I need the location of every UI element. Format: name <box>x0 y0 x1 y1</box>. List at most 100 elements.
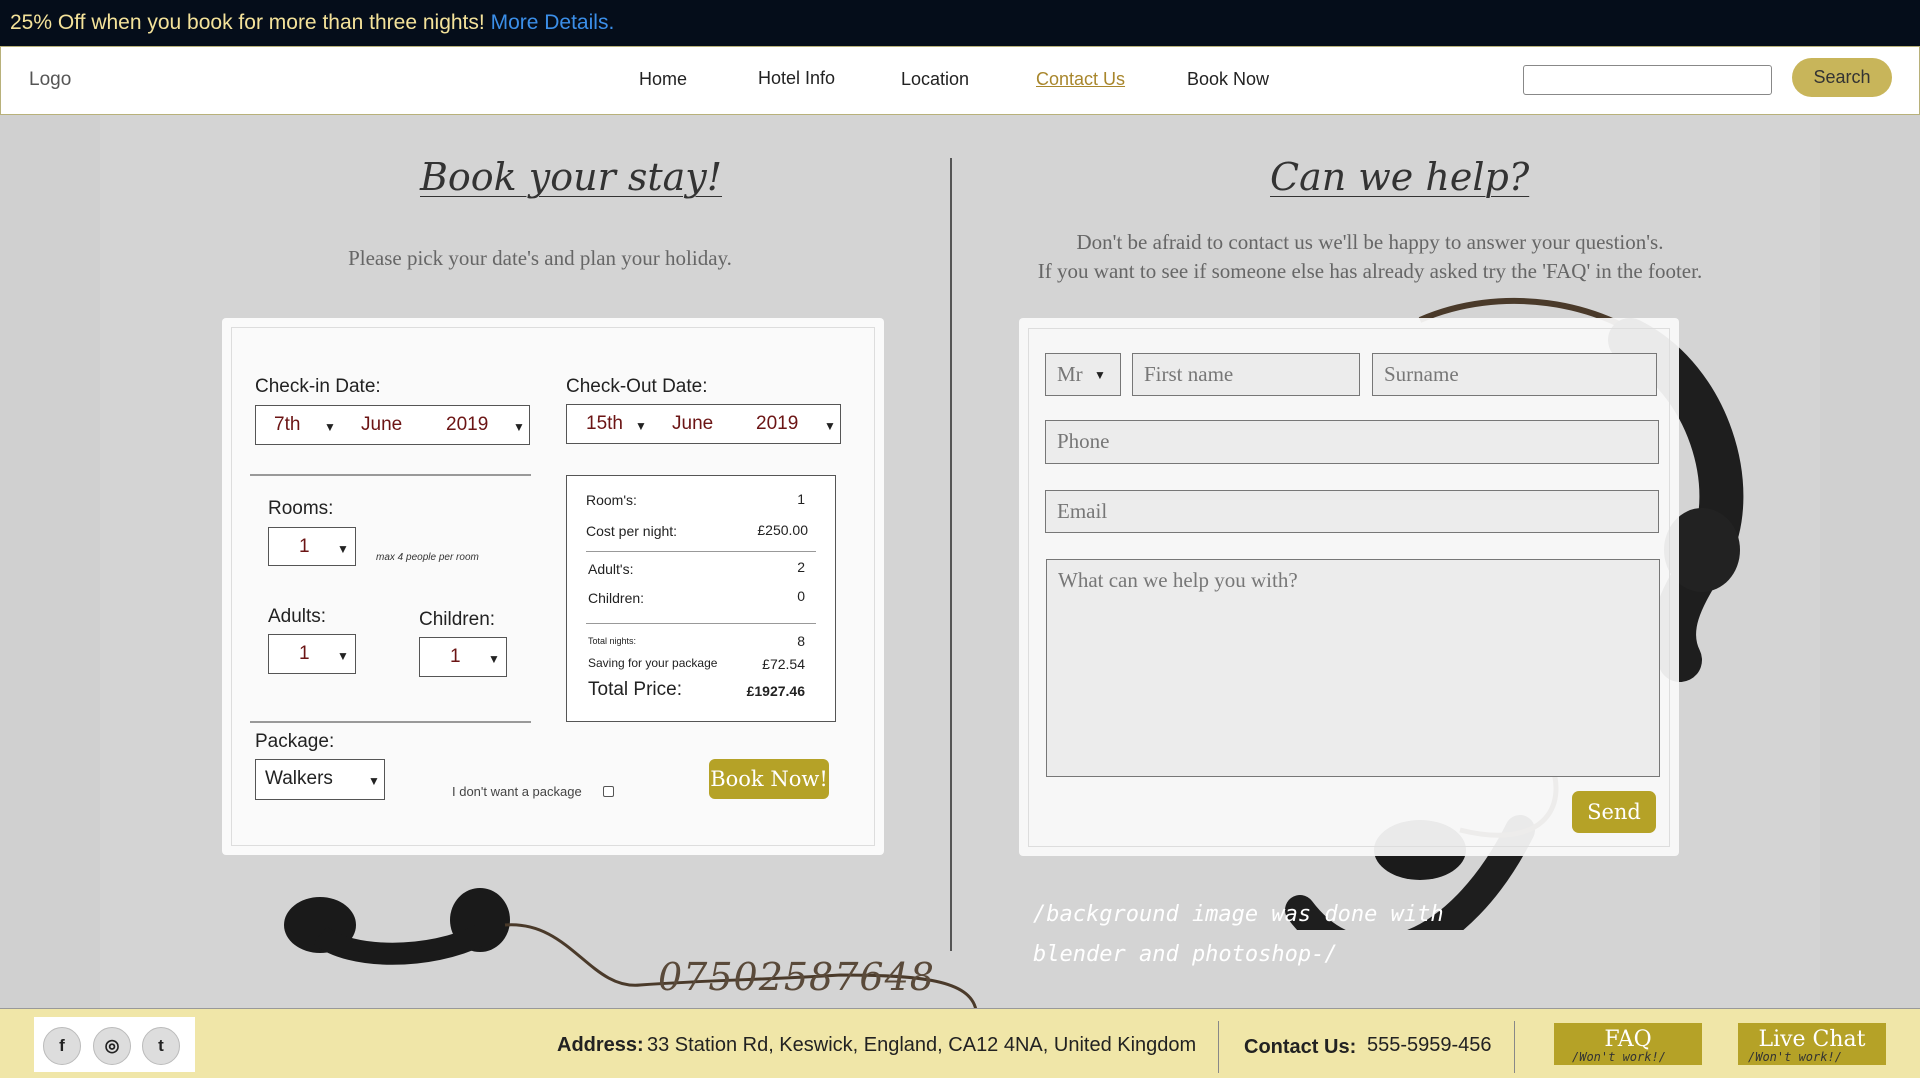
summary-total-value: £1927.46 <box>746 683 805 699</box>
credit-line-2: blender and photoshop-/ <box>1033 942 1338 967</box>
surname-field[interactable]: Surname <box>1372 353 1657 396</box>
title-select-value[interactable]: Mr <box>1057 362 1083 386</box>
chevron-down-icon: ▼ <box>635 419 647 433</box>
rooms-label: Rooms: <box>268 498 334 519</box>
footer: f ◎ t Address: 33 Station Rd, Keswick, E… <box>0 1008 1920 1078</box>
contact-label: Contact Us: <box>1244 1036 1357 1058</box>
faq-hint: /Won't work!/ <box>1572 1050 1666 1064</box>
background-credit-note: /background image was done with blender … <box>1033 895 1444 975</box>
section-divider <box>950 158 952 951</box>
footer-divider <box>1218 1021 1219 1073</box>
search-input[interactable] <box>1523 65 1772 95</box>
chevron-down-icon: ▼ <box>513 420 525 434</box>
live-chat-button[interactable]: Live Chat /Won't work!/ <box>1738 1023 1886 1065</box>
summary-adults-value: 2 <box>797 559 805 575</box>
package-select[interactable]: Walkers ▼ <box>255 759 385 800</box>
chevron-down-icon: ▼ <box>324 420 336 434</box>
email-field[interactable]: Email <box>1045 490 1659 533</box>
max-people-note: max 4 people per room <box>376 552 479 563</box>
summary-children-value: 0 <box>797 588 805 604</box>
adults-value[interactable]: 1 <box>299 643 310 665</box>
more-details-link[interactable]: More Details. <box>491 11 615 34</box>
summary-nights-value: 8 <box>797 633 805 649</box>
promo-text: 25% Off when you book for more than thre… <box>10 11 485 34</box>
address-text: 33 Station Rd, Keswick, England, CA12 4N… <box>647 1034 1197 1056</box>
chevron-down-icon: ▼ <box>488 652 500 666</box>
top-nav: Logo Home Hotel Info Location Contact Us… <box>0 46 1920 115</box>
summary-saving-label: Saving for your package <box>588 656 718 670</box>
contact-number: 555-5959-456 <box>1367 1034 1492 1056</box>
contact-subtitle-line-1: Don't be afraid to contact us we'll be h… <box>1076 230 1664 254</box>
logo[interactable]: Logo <box>29 69 71 91</box>
checkin-date-select[interactable]: 7th ▼ June 2019 ▼ <box>255 405 530 445</box>
twitter-icon[interactable]: t <box>142 1027 180 1065</box>
nav-contact-us[interactable]: Contact Us <box>1036 69 1125 90</box>
no-package-checkbox[interactable] <box>603 786 614 797</box>
chevron-down-icon: ▼ <box>1094 368 1106 382</box>
phone-number-art: 07502587648 <box>658 955 935 999</box>
summary-saving-value: £72.54 <box>762 656 805 672</box>
live-chat-hint: /Won't work!/ <box>1748 1050 1842 1064</box>
package-label: Package: <box>255 731 335 752</box>
children-label: Children: <box>419 609 496 630</box>
summary-nights-label: Total nights: <box>588 636 637 646</box>
search-button[interactable]: Search <box>1792 58 1892 97</box>
title-select[interactable]: Mr ▼ <box>1045 353 1121 396</box>
booking-title: Book your stay! <box>420 155 723 199</box>
adults-select[interactable]: 1 ▼ <box>268 634 356 674</box>
faq-button[interactable]: FAQ /Won't work!/ <box>1554 1023 1702 1065</box>
nav-hotel-info[interactable]: Hotel Info <box>758 68 835 89</box>
send-button[interactable]: Send <box>1572 791 1656 833</box>
chevron-down-icon: ▼ <box>824 419 836 433</box>
contact-subtitle: Don't be afraid to contact us we'll be h… <box>990 228 1750 286</box>
adults-label: Adults: <box>268 606 327 627</box>
nav-home[interactable]: Home <box>639 69 687 90</box>
checkout-date-select[interactable]: 15th ▼ June 2019 ▼ <box>566 404 841 444</box>
facebook-icon[interactable]: f <box>43 1027 81 1065</box>
contact-subtitle-line-2: If you want to see if someone else has a… <box>1037 259 1703 283</box>
credit-line-1: /background image was done with <box>1033 902 1444 927</box>
first-name-field[interactable]: First name <box>1132 353 1360 396</box>
checkin-label: Check-in Date: <box>255 376 381 397</box>
nav-book-now[interactable]: Book Now <box>1187 69 1269 90</box>
promo-bar: 25% Off when you book for more than thre… <box>0 0 1920 46</box>
children-select[interactable]: 1 ▼ <box>419 637 507 677</box>
price-summary: Room's: 1 Cost per night: £250.00 Adult'… <box>566 475 836 722</box>
chevron-down-icon: ▼ <box>368 774 380 788</box>
summary-cost-value: £250.00 <box>757 522 808 538</box>
summary-rooms-value: 1 <box>797 491 805 507</box>
faq-label: FAQ <box>1604 1027 1652 1052</box>
rooms-value[interactable]: 1 <box>299 536 310 558</box>
chevron-down-icon: ▼ <box>337 542 349 556</box>
chevron-down-icon: ▼ <box>337 649 349 663</box>
social-links: f ◎ t <box>34 1017 195 1072</box>
summary-children-label: Children: <box>588 590 645 606</box>
book-now-button[interactable]: Book Now! <box>709 759 829 799</box>
checkin-month[interactable]: June <box>361 414 402 436</box>
message-textarea[interactable]: What can we help you with? <box>1046 559 1660 777</box>
checkout-label: Check-Out Date: <box>566 376 708 397</box>
address-label: Address: <box>557 1034 644 1056</box>
phone-field[interactable]: Phone <box>1045 420 1659 464</box>
live-chat-label: Live Chat <box>1758 1027 1866 1052</box>
package-value[interactable]: Walkers <box>265 768 333 790</box>
checkin-day[interactable]: 7th <box>274 414 300 436</box>
booking-subtitle: Please pick your date's and plan your ho… <box>348 246 732 270</box>
children-value[interactable]: 1 <box>450 646 461 668</box>
divider <box>250 721 531 723</box>
summary-total-label: Total Price: <box>588 679 682 700</box>
footer-divider <box>1514 1021 1515 1073</box>
checkin-year[interactable]: 2019 <box>446 414 488 436</box>
checkout-day[interactable]: 15th <box>586 413 623 435</box>
rooms-select[interactable]: 1 ▼ <box>268 527 356 566</box>
checkout-year[interactable]: 2019 <box>756 413 798 435</box>
summary-cost-label: Cost per night: <box>586 523 678 539</box>
instagram-icon[interactable]: ◎ <box>93 1027 131 1065</box>
summary-adults-label: Adult's: <box>588 561 634 577</box>
summary-rooms-label: Room's: <box>586 492 637 508</box>
divider <box>250 474 531 476</box>
nav-location[interactable]: Location <box>901 69 969 90</box>
no-package-label: I don't want a package <box>452 784 582 799</box>
contact-title: Can we help? <box>1270 155 1530 199</box>
checkout-month[interactable]: June <box>672 413 713 435</box>
